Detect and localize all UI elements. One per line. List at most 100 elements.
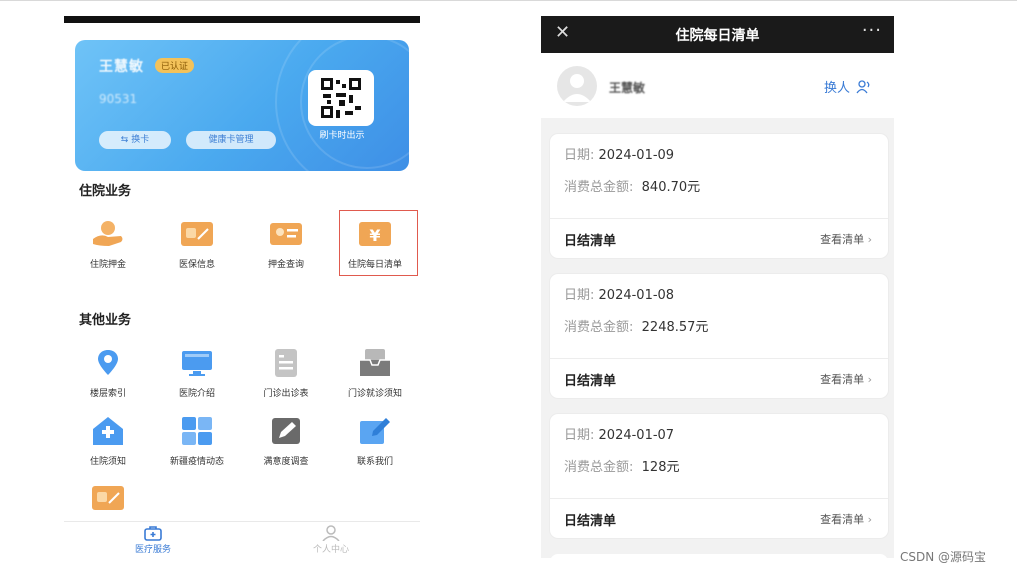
view-bill-link[interactable]: 查看清单 › bbox=[820, 371, 872, 387]
grid-item-insurance-info[interactable]: 医保信息 bbox=[157, 219, 237, 270]
divider bbox=[550, 358, 888, 359]
chevron-right-icon: › bbox=[867, 233, 872, 246]
qr-code-icon bbox=[321, 78, 361, 118]
qr-caption: 刷卡时出示 bbox=[319, 131, 365, 141]
chevron-right-icon: › bbox=[867, 373, 872, 386]
grid-item-inpatient-notice[interactable]: 住院须知 bbox=[68, 416, 148, 467]
right-phone-screen: ✕ 住院每日清单 ··· 王慧敏 换人 日期: 2024-01-09 消费总金额… bbox=[541, 16, 894, 558]
insurance-card-icon bbox=[91, 483, 125, 513]
grid-item-label: 联系我们 bbox=[356, 457, 393, 467]
grid-item-hospital-intro[interactable]: 医院介绍 bbox=[157, 348, 237, 399]
grid-item-deposit-query[interactable]: 押金查询 bbox=[246, 219, 326, 270]
bill-card-partial bbox=[550, 554, 888, 558]
more-icon[interactable]: ··· bbox=[862, 20, 882, 41]
user-name: 王慧敏 bbox=[609, 81, 646, 95]
grid-item-label: 门诊就诊须知 bbox=[347, 389, 402, 399]
switch-person-icon bbox=[856, 79, 870, 93]
bill-date: 日期: 2024-01-07 bbox=[564, 424, 674, 443]
bill-total-value: 840.70元 bbox=[641, 180, 701, 195]
page-title: 住院每日清单 bbox=[675, 28, 760, 44]
grid-item-clinic-notice[interactable]: 门诊就诊须知 bbox=[335, 348, 415, 399]
deposit-hand-icon bbox=[91, 219, 125, 249]
hospital-home-icon bbox=[91, 416, 125, 446]
tab-medical-service[interactable]: 医疗服务 bbox=[108, 525, 198, 555]
view-bill-label: 查看清单 bbox=[820, 513, 865, 526]
grid-item-contact-us[interactable]: 联系我们 bbox=[335, 416, 415, 467]
grid-item-label: 医院介绍 bbox=[178, 389, 215, 399]
bill-card: 日期: 2024-01-08 消费总金额: 2248.57元 日结清单 查看清单… bbox=[550, 274, 888, 398]
grid-item-partial[interactable] bbox=[68, 483, 148, 513]
bill-footer-label: 日结清单 bbox=[564, 234, 617, 249]
monitor-icon bbox=[180, 348, 214, 378]
left-phone-screen: 王慧敏 已认证 90531 ⇆ 换卡 健康卡管理 刷卡时出示 住院业务 住院押金… bbox=[64, 16, 420, 558]
bill-total-key: 消费总金额: bbox=[564, 180, 634, 195]
map-pin-icon bbox=[91, 348, 125, 378]
id-card-icon bbox=[269, 219, 303, 249]
bill-total: 消费总金额: 128元 bbox=[564, 456, 679, 475]
view-bill-link[interactable]: 查看清单 › bbox=[820, 231, 872, 247]
tab-personal-center[interactable]: 个人中心 bbox=[286, 525, 376, 555]
bill-date: 日期: 2024-01-09 bbox=[564, 144, 674, 163]
bill-total-key: 消费总金额: bbox=[564, 320, 634, 335]
swap-icon: ⇆ bbox=[120, 135, 132, 145]
bill-card: 日期: 2024-01-09 消费总金额: 840.70元 日结清单 查看清单 … bbox=[550, 134, 888, 258]
page-top-divider bbox=[0, 0, 1017, 1]
bill-card: 日期: 2024-01-07 消费总金额: 128元 日结清单 查看清单 › bbox=[550, 414, 888, 538]
bill-date-key: 日期: bbox=[564, 148, 595, 163]
tab-label: 个人中心 bbox=[312, 545, 349, 555]
switch-card-label: 换卡 bbox=[131, 135, 150, 145]
bill-total: 消费总金额: 2248.57元 bbox=[564, 316, 708, 335]
card-number: 90531 bbox=[99, 92, 138, 106]
grid-item-satisfaction-survey[interactable]: 满意度调查 bbox=[246, 416, 326, 467]
bill-date-value: 2024-01-08 bbox=[598, 288, 675, 303]
user-bar: 王慧敏 换人 bbox=[541, 53, 894, 118]
grid-item-inpatient-deposit[interactable]: 住院押金 bbox=[68, 219, 148, 270]
qr-code[interactable] bbox=[308, 70, 374, 126]
manage-card-button[interactable]: 健康卡管理 bbox=[186, 131, 276, 149]
bill-date-key: 日期: bbox=[564, 428, 595, 443]
card-holder-name: 王慧敏 bbox=[99, 59, 144, 75]
divider bbox=[550, 498, 888, 499]
grid-item-clinic-schedule[interactable]: 门诊出诊表 bbox=[246, 348, 326, 399]
bill-date-value: 2024-01-09 bbox=[598, 148, 675, 163]
health-card[interactable]: 王慧敏 已认证 90531 ⇆ 换卡 健康卡管理 刷卡时出示 bbox=[75, 40, 409, 171]
view-bill-label: 查看清单 bbox=[820, 373, 865, 386]
view-bill-link[interactable]: 查看清单 › bbox=[820, 511, 872, 527]
person-icon bbox=[322, 525, 340, 542]
grid-item-label: 押金查询 bbox=[267, 260, 304, 270]
insurance-card-icon bbox=[180, 219, 214, 249]
status-bar bbox=[64, 16, 420, 23]
bill-footer-label: 日结清单 bbox=[564, 374, 617, 389]
view-bill-label: 查看清单 bbox=[820, 233, 865, 246]
schedule-list-icon bbox=[269, 348, 303, 378]
bill-total: 消费总金额: 840.70元 bbox=[564, 176, 700, 195]
medical-kit-icon bbox=[144, 525, 162, 541]
switch-user-label: 换人 bbox=[823, 81, 850, 96]
bill-date: 日期: 2024-01-08 bbox=[564, 284, 674, 303]
bill-total-value: 128元 bbox=[641, 460, 680, 475]
bill-date-key: 日期: bbox=[564, 288, 595, 303]
grid-item-epidemic-news[interactable]: 新疆疫情动态 bbox=[157, 416, 237, 467]
bottom-tab-bar: 医疗服务 个人中心 bbox=[64, 521, 420, 558]
grid-item-label: 门诊出诊表 bbox=[263, 389, 309, 399]
note-pencil-icon bbox=[358, 416, 392, 446]
switch-card-button[interactable]: ⇆ 换卡 bbox=[99, 131, 171, 149]
tiles-icon bbox=[180, 416, 214, 446]
grid-item-label: 住院押金 bbox=[89, 260, 126, 270]
grid-item-label: 新疆疫情动态 bbox=[169, 457, 224, 467]
grid-item-label: 楼层索引 bbox=[89, 389, 126, 399]
grid-item-label: 满意度调查 bbox=[263, 457, 309, 467]
divider bbox=[550, 218, 888, 219]
grid-item-label: 住院须知 bbox=[89, 457, 126, 467]
inbox-icon bbox=[358, 348, 392, 378]
grid-item-floor-index[interactable]: 楼层索引 bbox=[68, 348, 148, 399]
switch-user-button[interactable]: 换人 bbox=[824, 77, 872, 96]
verified-badge: 已认证 bbox=[155, 58, 195, 73]
section-title-inpatient: 住院业务 bbox=[79, 184, 132, 199]
tab-label: 医疗服务 bbox=[134, 545, 171, 555]
highlight-box bbox=[339, 210, 418, 276]
avatar bbox=[557, 66, 597, 106]
nav-bar: ✕ 住院每日清单 ··· bbox=[541, 16, 894, 53]
bill-total-key: 消费总金额: bbox=[564, 460, 634, 475]
watermark: CSDN @源码宝 bbox=[900, 550, 987, 564]
